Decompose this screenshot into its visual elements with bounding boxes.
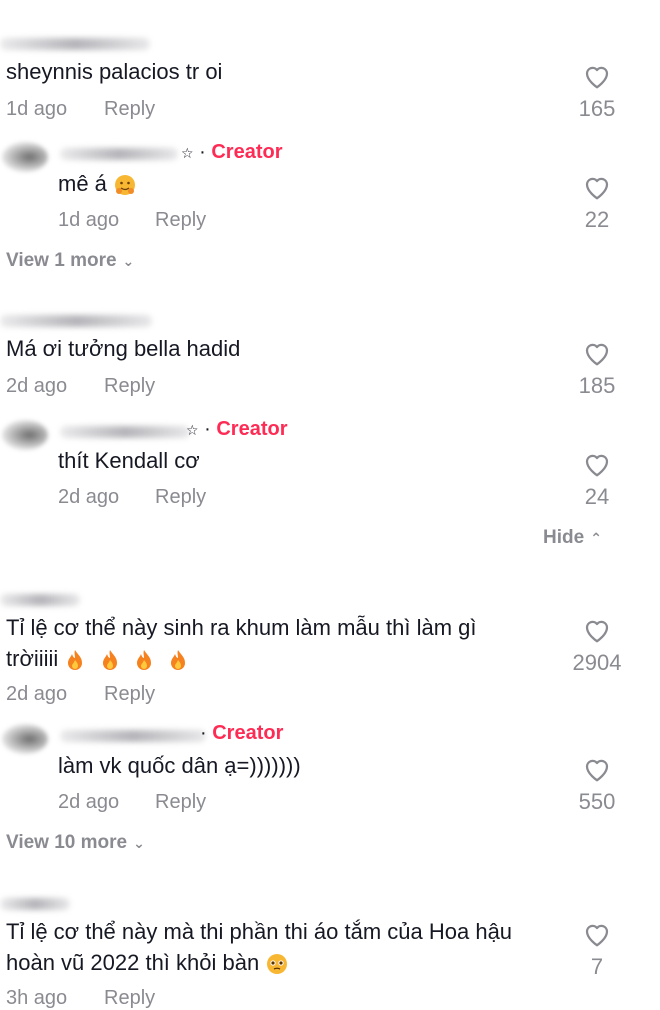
like-count: 24 bbox=[584, 484, 610, 509]
view-more-replies-button[interactable]: View 10 more ⌄ bbox=[6, 832, 145, 854]
chevron-down-icon: ⌄ bbox=[133, 835, 145, 851]
heart-outline-icon[interactable] bbox=[582, 920, 612, 948]
reply-time: 1d ago bbox=[58, 209, 120, 231]
heart-outline-icon[interactable] bbox=[582, 755, 612, 783]
heart-outline-icon[interactable] bbox=[582, 339, 612, 367]
replier-name-blurred[interactable] bbox=[60, 148, 178, 160]
reply-button[interactable]: Reply bbox=[104, 375, 155, 398]
view-more-replies-button[interactable]: View 1 more ⌄ bbox=[6, 250, 134, 272]
commenter-name-blurred[interactable] bbox=[0, 594, 80, 606]
like-count: 185 bbox=[578, 373, 616, 398]
replier-name-blurred[interactable] bbox=[60, 426, 190, 438]
reply-text: làm vk quốc dân ạ=))))))) bbox=[58, 753, 301, 778]
like-count: 165 bbox=[578, 96, 616, 121]
like-count: 2904 bbox=[572, 650, 622, 675]
reply-button[interactable]: Reply bbox=[155, 486, 206, 509]
heart-outline-icon[interactable] bbox=[582, 616, 612, 644]
reply-time: 2d ago bbox=[58, 486, 120, 508]
avatar[interactable] bbox=[2, 420, 48, 450]
reply-text: thít Kendall cơ bbox=[58, 448, 200, 473]
comment-text-line-1: Tỉ lệ cơ thể này sinh ra khum làm mẫu th… bbox=[6, 615, 477, 640]
comment-text: sheynnis palacios tr oi bbox=[6, 59, 223, 84]
comment-time: 1d ago bbox=[6, 98, 68, 120]
pleading-face-emoji bbox=[267, 954, 288, 975]
heart-outline-icon[interactable] bbox=[582, 173, 612, 201]
creator-badge: ☆ · Creator bbox=[181, 141, 283, 163]
hugging-face-emoji bbox=[115, 175, 136, 196]
like-count: 550 bbox=[578, 789, 616, 814]
reply-button[interactable]: Reply bbox=[155, 791, 206, 814]
replier-name-blurred[interactable] bbox=[60, 730, 206, 742]
commenter-name-blurred[interactable] bbox=[0, 315, 152, 327]
heart-outline-icon[interactable] bbox=[582, 450, 612, 478]
reply-time: 2d ago bbox=[58, 791, 120, 813]
heart-outline-icon[interactable] bbox=[582, 62, 612, 90]
creator-badge: · Creator bbox=[200, 722, 284, 744]
chevron-up-icon: ⌃ bbox=[590, 530, 602, 546]
comment-time: 2d ago bbox=[6, 683, 68, 705]
reply-button[interactable]: Reply bbox=[104, 987, 155, 1010]
reply-button[interactable]: Reply bbox=[104, 683, 155, 706]
hide-replies-button[interactable]: Hide ⌃ bbox=[543, 527, 602, 549]
chevron-down-icon: ⌄ bbox=[122, 253, 135, 269]
comment-time: 2d ago bbox=[6, 375, 68, 397]
avatar[interactable] bbox=[2, 724, 48, 754]
star-icon: ☆ bbox=[181, 145, 194, 161]
commenter-name-blurred[interactable] bbox=[0, 898, 70, 910]
fire-emoji bbox=[64, 646, 188, 671]
creator-badge: ☆ · Creator bbox=[186, 418, 288, 440]
star-icon: ☆ bbox=[186, 422, 199, 438]
reply-button[interactable]: Reply bbox=[155, 209, 206, 232]
reply-button[interactable]: Reply bbox=[104, 98, 155, 121]
avatar[interactable] bbox=[2, 142, 48, 172]
like-count: 22 bbox=[584, 207, 610, 232]
like-count: 7 bbox=[590, 954, 604, 979]
comment-text: Má ơi tưởng bella hadid bbox=[6, 336, 241, 361]
comment-text-line-2: hoàn vũ 2022 thì khỏi bàn bbox=[6, 947, 289, 978]
comment-text-line-2: trờiiiii bbox=[6, 643, 189, 674]
reply-text: mê á bbox=[58, 168, 137, 199]
commenter-name-blurred[interactable] bbox=[0, 38, 150, 50]
comment-text-line-1: Tỉ lệ cơ thể này mà thi phần thi áo tắm … bbox=[6, 919, 513, 944]
comment-time: 3h ago bbox=[6, 987, 68, 1009]
